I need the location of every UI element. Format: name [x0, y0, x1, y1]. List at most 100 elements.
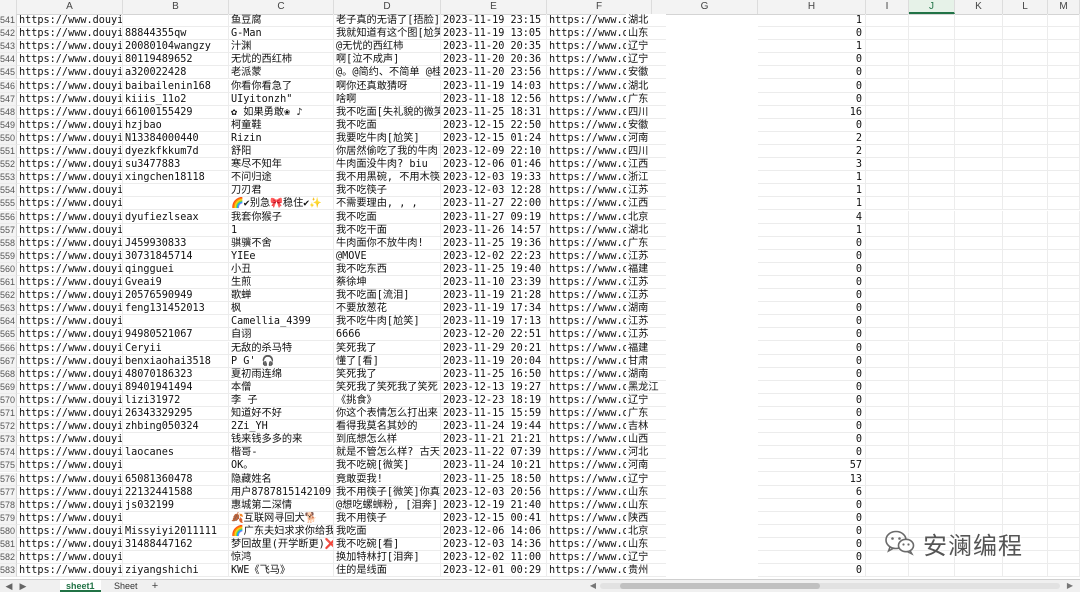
cell-k[interactable]: [955, 131, 1003, 145]
cell-m[interactable]: [1048, 158, 1080, 172]
cell-g[interactable]: 山东: [626, 485, 666, 499]
cell-e[interactable]: 2023-11-27 09:19: [441, 210, 547, 224]
column-header-k[interactable]: K: [955, 0, 1003, 14]
cell-a[interactable]: https://www.douyin.cc: [17, 459, 123, 473]
row-number[interactable]: 567: [0, 354, 17, 368]
cell-l[interactable]: [1003, 367, 1048, 381]
cell-g[interactable]: 辽宁: [626, 472, 666, 486]
cell-m[interactable]: [1048, 420, 1080, 434]
cell-k[interactable]: [955, 262, 1003, 276]
cell-c[interactable]: Camellia_4399: [229, 315, 334, 329]
cell-j[interactable]: [909, 105, 955, 119]
column-header-f[interactable]: F: [547, 0, 652, 14]
cell-l[interactable]: [1003, 380, 1048, 394]
cell-a[interactable]: https://www.douyin.cc: [17, 302, 123, 316]
cell-d[interactable]: 我不吃东西: [334, 262, 441, 276]
cell-m[interactable]: [1048, 53, 1080, 67]
cell-h[interactable]: 4: [758, 210, 866, 224]
cell-b[interactable]: kiiis_11o2: [123, 92, 229, 106]
cell-e[interactable]: 2023-12-01 00:29: [441, 564, 547, 578]
cell-m[interactable]: [1048, 289, 1080, 303]
cell-i[interactable]: [866, 92, 909, 106]
cell-c[interactable]: 🍂互联网寻回犬🐕: [229, 511, 334, 525]
cell-h[interactable]: 1: [758, 197, 866, 211]
cell-e[interactable]: 2023-11-20 23:56: [441, 66, 547, 80]
cell-j[interactable]: [909, 158, 955, 172]
horizontal-scrollbar[interactable]: [600, 583, 1060, 589]
cell-k[interactable]: [955, 27, 1003, 41]
cell-j[interactable]: [909, 302, 955, 316]
cell-c[interactable]: 用户8787815142109: [229, 485, 334, 499]
scroll-left-arrow-icon[interactable]: ◀: [588, 580, 598, 592]
cell-k[interactable]: [955, 446, 1003, 460]
cell-c[interactable]: 生煎: [229, 276, 334, 290]
cell-b[interactable]: dyezkfkkum7d: [123, 145, 229, 159]
row-number[interactable]: 543: [0, 40, 17, 54]
cell-i[interactable]: [866, 407, 909, 421]
cell-g[interactable]: 河南: [626, 131, 666, 145]
cell-l[interactable]: [1003, 158, 1048, 172]
cell-e[interactable]: 2023-12-15 00:41: [441, 511, 547, 525]
cell-m[interactable]: [1048, 538, 1080, 552]
row-number[interactable]: 570: [0, 393, 17, 407]
cell-l[interactable]: [1003, 236, 1048, 250]
cell-h[interactable]: 0: [758, 276, 866, 290]
cell-g[interactable]: 贵州: [626, 564, 666, 578]
cell-m[interactable]: [1048, 276, 1080, 290]
row-number[interactable]: 568: [0, 367, 17, 381]
cell-c[interactable]: UIyitonzh": [229, 92, 334, 106]
cell-i[interactable]: [866, 118, 909, 132]
tab-sheet[interactable]: Sheet: [108, 580, 144, 592]
cell-e[interactable]: 2023-12-15 01:24: [441, 131, 547, 145]
cell-c[interactable]: 🌈广东夫妇求求你给我: [229, 524, 334, 538]
cell-i[interactable]: [866, 223, 909, 237]
cell-a[interactable]: https://www.douyin.cc: [17, 40, 123, 54]
cell-e[interactable]: 2023-11-19 13:05: [441, 27, 547, 41]
cell-a[interactable]: https://www.douyin.cc: [17, 446, 123, 460]
cell-b[interactable]: su3477883: [123, 158, 229, 172]
cell-l[interactable]: [1003, 249, 1048, 263]
cell-a[interactable]: https://www.douyin.cc: [17, 551, 123, 565]
cell-m[interactable]: [1048, 341, 1080, 355]
cell-m[interactable]: [1048, 197, 1080, 211]
cell-j[interactable]: [909, 197, 955, 211]
cell-a[interactable]: https://www.douyin.cc: [17, 538, 123, 552]
cell-h[interactable]: 2: [758, 145, 866, 159]
cell-d[interactable]: 牛肉面没牛肉? biu: [334, 158, 441, 172]
cell-a[interactable]: https://www.douyin.cc: [17, 79, 123, 93]
row-number[interactable]: 544: [0, 53, 17, 67]
cell-m[interactable]: [1048, 315, 1080, 329]
cell-e[interactable]: 2023-11-15 15:59: [441, 407, 547, 421]
cell-c[interactable]: Rizin: [229, 131, 334, 145]
cell-m[interactable]: [1048, 564, 1080, 578]
cell-a[interactable]: https://www.douyin.cc: [17, 236, 123, 250]
cell-l[interactable]: [1003, 485, 1048, 499]
cell-k[interactable]: [955, 40, 1003, 54]
cell-m[interactable]: [1048, 210, 1080, 224]
cell-a[interactable]: https://www.douyin.cc: [17, 315, 123, 329]
cell-a[interactable]: https://www.douyin.cc: [17, 223, 123, 237]
cell-i[interactable]: [866, 498, 909, 512]
cell-b[interactable]: zhbing050324: [123, 420, 229, 434]
cell-l[interactable]: [1003, 66, 1048, 80]
cell-e[interactable]: 2023-11-19 20:04: [441, 354, 547, 368]
cell-b[interactable]: lizi31972: [123, 393, 229, 407]
cell-b[interactable]: N13384000440: [123, 131, 229, 145]
cell-g[interactable]: 广东: [626, 407, 666, 421]
cell-k[interactable]: [955, 105, 1003, 119]
cell-g[interactable]: 湖南: [626, 367, 666, 381]
cell-j[interactable]: [909, 446, 955, 460]
cell-e[interactable]: 2023-12-06 14:06: [441, 524, 547, 538]
row-number[interactable]: 541: [0, 14, 17, 28]
cell-j[interactable]: [909, 459, 955, 473]
cell-l[interactable]: [1003, 210, 1048, 224]
cell-k[interactable]: [955, 315, 1003, 329]
cell-i[interactable]: [866, 105, 909, 119]
cell-g[interactable]: 福建: [626, 341, 666, 355]
cell-a[interactable]: https://www.douyin.cc: [17, 393, 123, 407]
cell-m[interactable]: [1048, 171, 1080, 185]
cell-i[interactable]: [866, 53, 909, 67]
cell-k[interactable]: [955, 459, 1003, 473]
cell-i[interactable]: [866, 341, 909, 355]
cell-c[interactable]: 惊鸿: [229, 551, 334, 565]
